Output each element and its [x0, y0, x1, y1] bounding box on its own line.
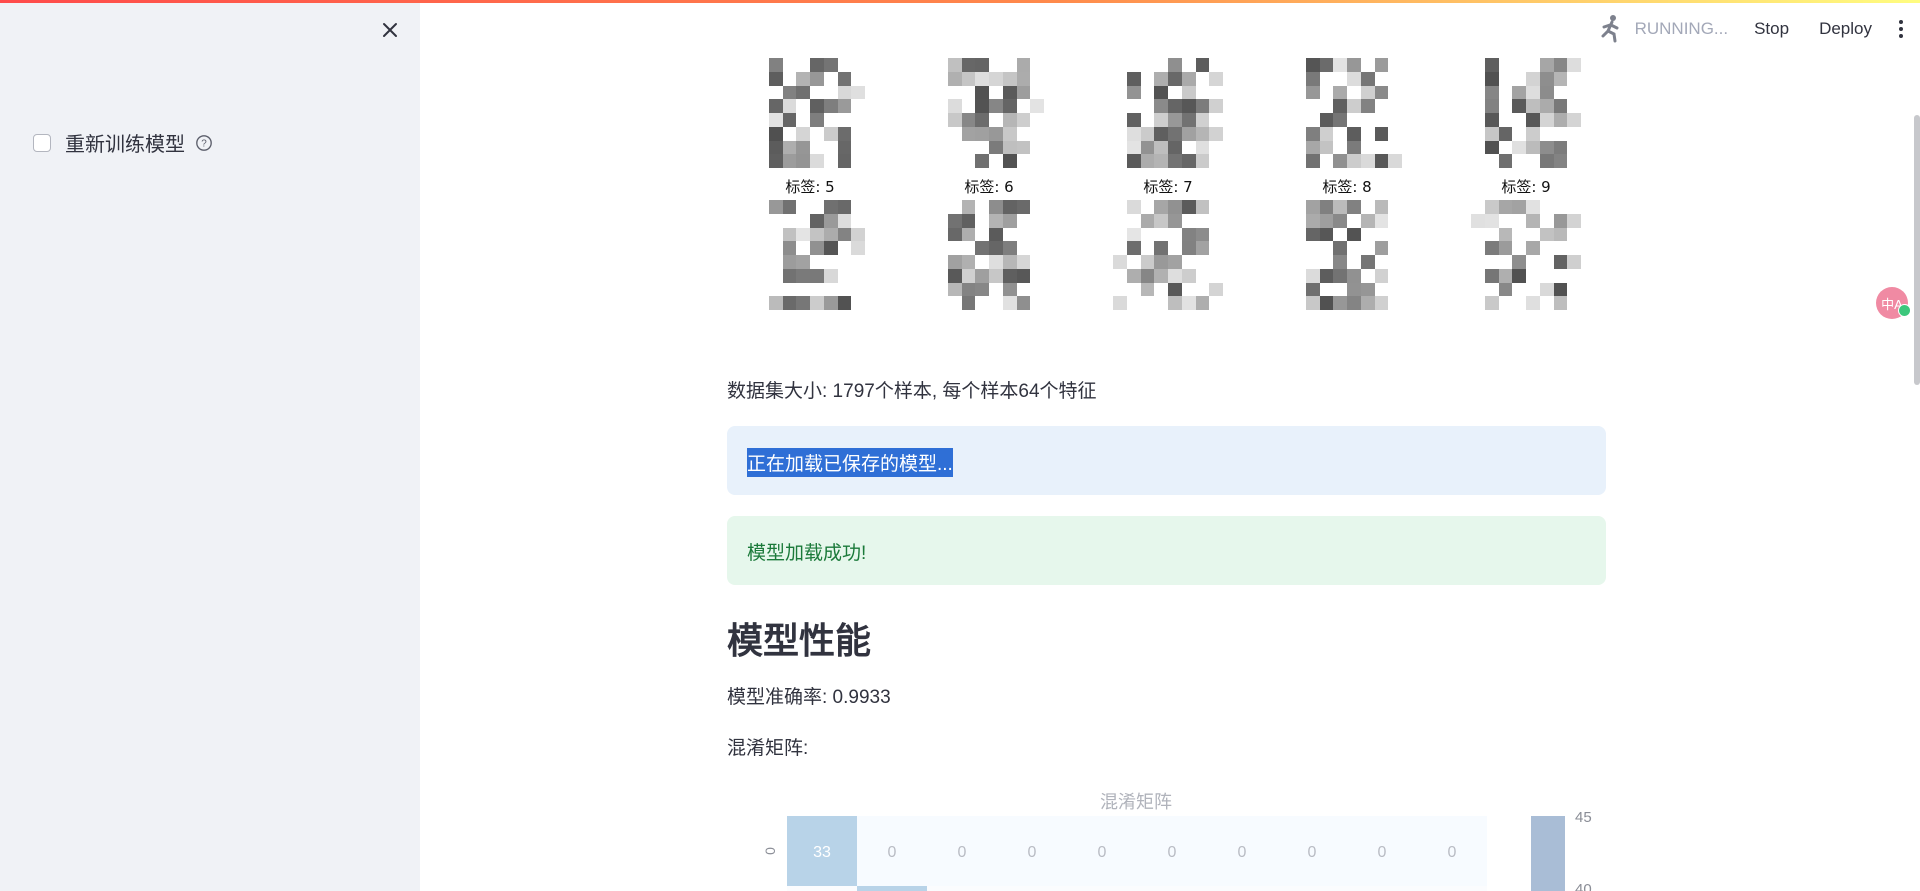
info-alert: 正在加载已保存的模型...: [727, 426, 1606, 495]
digit-image: [1113, 200, 1223, 310]
heatmap-cell-value: 0: [1168, 844, 1177, 861]
digit-image: [1471, 58, 1581, 168]
stop-button[interactable]: Stop: [1750, 17, 1793, 41]
app-header: RUNNING... Stop Deploy: [420, 0, 1920, 60]
digit-label: 标签: 5: [785, 178, 835, 196]
translate-extension-icon[interactable]: 中A: [1876, 287, 1911, 319]
scrollbar[interactable]: [1914, 115, 1920, 385]
info-alert-text: 正在加载已保存的模型...: [747, 448, 953, 477]
top-decoration-bar: [0, 0, 1920, 3]
digit-image: [755, 58, 865, 168]
success-alert-text: 模型加载成功!: [747, 543, 867, 564]
confusion-matrix-label: 混淆矩阵:: [727, 738, 809, 759]
running-status: RUNNING...: [1597, 14, 1729, 44]
digit-image: [1292, 200, 1402, 310]
digit-image: [934, 200, 1044, 310]
heatmap-cell-value: 0: [1028, 844, 1037, 861]
main-menu-icon[interactable]: [1898, 20, 1904, 38]
retrain-checkbox-label: 重新训练模型: [65, 134, 185, 156]
colorbar-tick: 40: [1575, 881, 1592, 891]
digit-label: 标签: 7: [1143, 178, 1193, 196]
svg-text:?: ?: [201, 138, 207, 149]
colorbar: [1531, 816, 1565, 891]
retrain-checkbox[interactable]: [33, 133, 51, 152]
sidebar: 重新训练模型 ?: [0, 0, 420, 891]
section-title: 模型性能: [727, 620, 872, 661]
digit-samples-figure: 标签: 5 标签: 6 标签: 7 标签: 8 标签: 9: [727, 58, 1607, 346]
accuracy-text: 模型准确率: 0.9933: [727, 687, 891, 708]
success-alert: 模型加载成功!: [727, 516, 1606, 585]
heatmap-cell-value: 0: [1448, 844, 1457, 861]
digit-image: [1113, 58, 1223, 168]
dataset-info: 数据集大小: 1797个样本, 每个样本64个特征: [727, 381, 1097, 402]
heatmap-cell-value: 0: [888, 844, 897, 861]
heatmap-cell-value: 0: [1308, 844, 1317, 861]
deploy-button[interactable]: Deploy: [1815, 17, 1876, 41]
chart-title: 混淆矩阵: [1100, 792, 1172, 813]
heatmap-cell-value: 0: [958, 844, 967, 861]
heatmap-cell-value: 0: [1378, 844, 1387, 861]
heatmap-cell-value: 33: [813, 844, 831, 861]
digit-label: 标签: 9: [1501, 178, 1551, 196]
digit-image: [934, 58, 1044, 168]
digit-image: [1471, 200, 1581, 310]
close-icon[interactable]: [378, 18, 402, 42]
digit-label: 标签: 8: [1322, 178, 1372, 196]
y-tick-label: 0: [762, 847, 778, 855]
heatmap-cell: [857, 886, 927, 891]
help-icon[interactable]: ?: [195, 134, 213, 152]
heatmap-cell-value: 0: [1098, 844, 1107, 861]
digit-image: [755, 200, 865, 310]
retrain-checkbox-row[interactable]: 重新训练模型 ?: [33, 128, 213, 157]
digit-image: [1292, 58, 1402, 168]
digit-label: 标签: 6: [964, 178, 1014, 196]
colorbar-tick: 45: [1575, 809, 1592, 826]
running-text: RUNNING...: [1634, 19, 1729, 38]
running-man-icon: [1601, 15, 1619, 43]
heatmap-cell-value: 0: [1238, 844, 1247, 861]
confusion-matrix-chart: 混淆矩阵 33 0 0 0 0 0 0 0 0 0 0 45 40: [762, 792, 1592, 891]
